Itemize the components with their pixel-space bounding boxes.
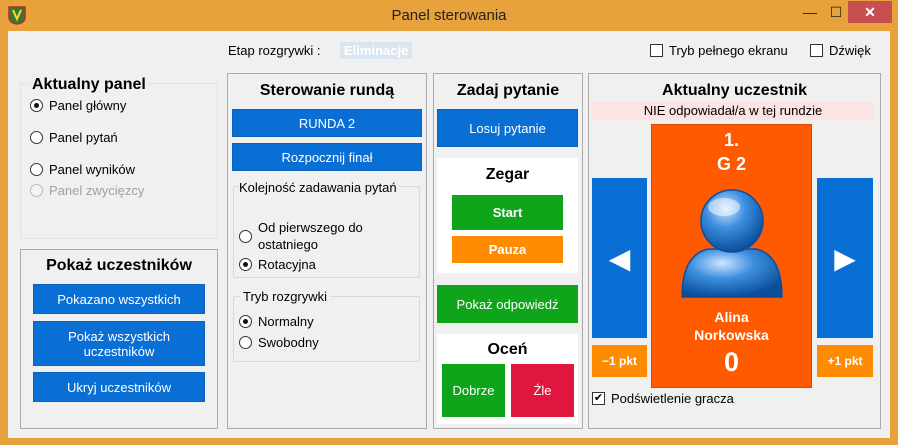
participant-status: NIE odpowiadał/a w tej rundzie — [592, 102, 874, 120]
current-panel-option-dot[interactable] — [30, 99, 43, 112]
fullscreen-label: Tryb pełnego ekranu — [669, 43, 788, 58]
participant-score: 0 — [723, 347, 740, 377]
round-control-panel: Sterowanie rundą RUNDA 2 Rozpocznij fina… — [227, 73, 427, 429]
arrow-right-icon: ▶ — [834, 242, 856, 274]
stage-label: Etap rozgrywki : — [228, 43, 321, 58]
minimize-icon[interactable]: — — [797, 1, 823, 23]
sound-checkbox-box[interactable] — [810, 44, 823, 57]
rate-box: Oceń Dobrze Źle — [437, 334, 578, 424]
participant-card: 1. G 2 Alina Norkowska 0 — [651, 124, 812, 388]
rate-title: Oceń — [487, 341, 528, 358]
stage-value: Eliminacje — [340, 42, 413, 59]
current-panel-option[interactable]: Panel wyników — [30, 162, 135, 177]
current-panel-group: Aktualny panel Panel główny Panel pytań Pa… — [20, 76, 218, 239]
order-rotational-label: Rotacyjna — [258, 257, 316, 272]
show-participants-panel: Pokaż uczestników Pokazano wszystkich Po… — [20, 249, 218, 429]
current-panel-option[interactable]: Panel pytań — [30, 130, 118, 145]
current-panel-option[interactable]: Panel główny — [30, 98, 126, 113]
window-title: Panel sterowania — [391, 7, 507, 24]
current-panel-option-label: Panel pytań — [49, 130, 118, 145]
participant-position: 1. — [723, 130, 739, 150]
show-participants-title: Pokaż uczestników — [46, 257, 192, 274]
order-first-to-last-dot[interactable] — [239, 229, 252, 243]
participant-last-name: Norkowska — [694, 327, 769, 343]
mode-normal-dot[interactable] — [239, 315, 252, 328]
mode-free-dot[interactable] — [239, 336, 252, 349]
question-order-group: Kolejność zadawania pytań Od pierwszego … — [233, 179, 420, 278]
current-panel-option: Panel zwycięzcy — [30, 183, 144, 198]
game-mode-title: Tryb rozgrywki — [240, 289, 331, 304]
start-button[interactable]: Start — [452, 195, 563, 230]
mode-normal-label: Normalny — [258, 314, 314, 329]
participant-group: G 2 — [716, 154, 746, 174]
current-panel-option-label: Panel główny — [49, 98, 127, 113]
highlight-player-checkbox-box[interactable]: ✔ — [592, 392, 605, 405]
sound-checkbox[interactable]: Dźwięk — [810, 43, 871, 58]
game-mode-group: Tryb rozgrywki Normalny Swobodny — [233, 289, 420, 362]
fullscreen-checkbox[interactable]: Tryb pełnego ekranu — [650, 43, 788, 58]
good-button[interactable]: Dobrze — [442, 364, 505, 417]
arrow-left-icon: ◀ — [608, 242, 631, 274]
ask-question-title: Zadaj pytanie — [456, 82, 560, 99]
show-answer-button[interactable]: Pokaż odpowiedź — [437, 285, 578, 323]
title-bar[interactable]: Panel sterowania — ☐ ✕ — [0, 0, 898, 31]
current-panel-option-label: Panel zwycięzcy — [49, 183, 145, 198]
round-control-title: Sterowanie rundą — [259, 82, 395, 99]
current-panel-option-dot[interactable] — [30, 131, 43, 144]
plus-point-button[interactable]: +1 pkt — [817, 345, 873, 377]
minus-point-button[interactable]: −1 pkt — [592, 345, 647, 377]
close-icon[interactable]: ✕ — [848, 1, 892, 23]
mode-free-radio[interactable]: Swobodny — [239, 335, 319, 350]
shown-all-button[interactable]: Pokazano wszystkich — [33, 284, 205, 314]
question-order-title: Kolejność zadawania pytań — [239, 179, 399, 196]
mode-normal-radio[interactable]: Normalny — [239, 314, 314, 329]
current-panel-option-label: Panel wyników — [49, 162, 135, 177]
draw-question-button[interactable]: Losuj pytanie — [437, 109, 578, 147]
person-avatar-icon — [681, 189, 783, 298]
previous-participant-button[interactable]: ◀ — [592, 178, 647, 338]
order-rotational-dot[interactable] — [239, 258, 252, 271]
round-button[interactable]: RUNDA 2 — [232, 109, 422, 137]
order-rotational-radio[interactable]: Rotacyjna — [239, 257, 316, 272]
clock-box: Zegar Start Pauza — [437, 158, 578, 273]
current-participant-title: Aktualny uczestnik — [662, 82, 807, 99]
order-first-to-last-label: Od pierwszego do ostatniego — [258, 220, 363, 252]
mode-free-label: Swobodny — [258, 335, 319, 350]
highlight-player-label: Podświetlenie gracza — [611, 391, 734, 406]
current-panel-title: Aktualny panel — [30, 76, 148, 94]
client-area: Etap rozgrywki : Eliminacje Tryb pełnego… — [8, 31, 890, 438]
participant-first-name: Alina — [714, 309, 749, 325]
sound-label: Dźwięk — [829, 43, 871, 58]
show-all-participants-button[interactable]: Pokaż wszystkich uczestników — [33, 321, 205, 366]
ask-question-panel: Zadaj pytanie Losuj pytanie Zegar Start … — [433, 73, 583, 429]
bad-button[interactable]: Źle — [511, 364, 574, 417]
current-panel-option-dot[interactable] — [30, 163, 43, 176]
clock-title: Zegar — [485, 166, 530, 183]
pause-button[interactable]: Pauza — [452, 236, 563, 263]
highlight-player-checkbox[interactable]: ✔ Podświetlenie gracza — [592, 391, 734, 406]
current-panel-option-dot — [30, 184, 43, 197]
fullscreen-checkbox-box[interactable] — [650, 44, 663, 57]
current-participant-panel: Aktualny uczestnik NIE odpowiadał/a w te… — [588, 73, 881, 429]
next-participant-button[interactable]: ▶ — [817, 178, 873, 338]
hide-participants-button[interactable]: Ukryj uczestników — [33, 372, 205, 402]
order-first-to-last-radio[interactable]: Od pierwszego do ostatniego — [239, 219, 388, 253]
start-final-button[interactable]: Rozpocznij finał — [232, 143, 422, 171]
app-window: Panel sterowania — ☐ ✕ Etap rozgrywki : … — [0, 0, 898, 445]
maximize-icon[interactable]: ☐ — [823, 1, 849, 23]
